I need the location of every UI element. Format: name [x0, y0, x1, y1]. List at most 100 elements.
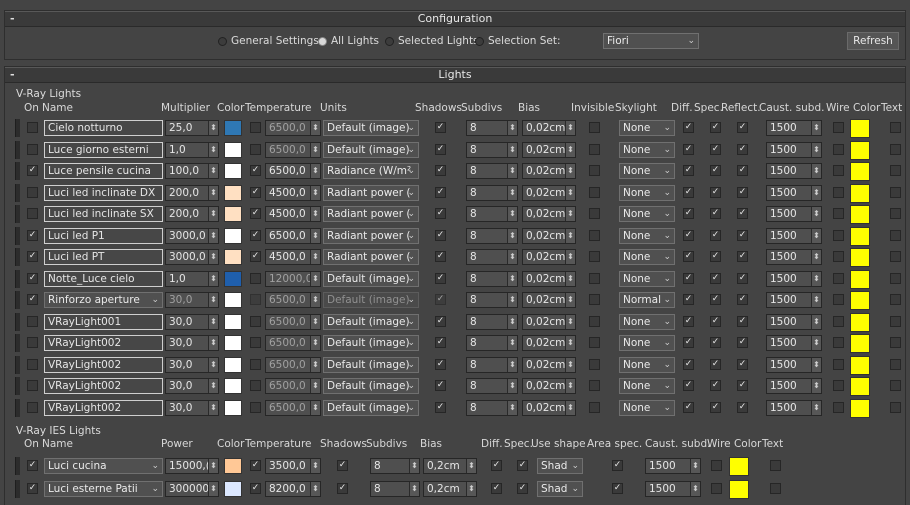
- multiplier-spinner[interactable]: 30,0 ⬍: [165, 378, 219, 394]
- light-name-field[interactable]: VRayLight002: [44, 400, 163, 416]
- spinner-arrows-icon[interactable]: ⬍: [208, 121, 218, 135]
- shadows-checkbox[interactable]: ✓: [435, 402, 446, 413]
- specular-checkbox[interactable]: ✓: [710, 230, 721, 241]
- on-checkbox[interactable]: ✓: [27, 273, 38, 284]
- on-checkbox[interactable]: [27, 122, 38, 133]
- row-drag-handle[interactable]: [15, 184, 20, 202]
- spinner-arrows-icon[interactable]: ⬍: [310, 186, 320, 200]
- wire-checkbox[interactable]: [833, 380, 844, 391]
- specular-checkbox[interactable]: ✓: [710, 122, 721, 133]
- specular-checkbox[interactable]: ✓: [710, 380, 721, 391]
- wire-color-swatch[interactable]: [850, 270, 870, 289]
- skylight-dropdown[interactable]: None ⌄: [619, 120, 675, 136]
- skylight-dropdown[interactable]: None ⌄: [619, 142, 675, 158]
- spinner-arrows-icon[interactable]: ⬍: [310, 164, 320, 178]
- configuration-header[interactable]: - Configuration: [5, 11, 905, 27]
- color-swatch[interactable]: [224, 249, 242, 265]
- invisible-checkbox[interactable]: [589, 294, 600, 305]
- units-dropdown[interactable]: Default (image) ⌄: [323, 400, 419, 416]
- use-shape-dropdown[interactable]: Shad ⌄: [537, 458, 583, 474]
- row-drag-handle[interactable]: [15, 162, 20, 180]
- multiplier-spinner[interactable]: 30,0 ⬍: [165, 357, 219, 373]
- on-checkbox[interactable]: [27, 187, 38, 198]
- skylight-dropdown[interactable]: None ⌄: [619, 378, 675, 394]
- text-checkbox[interactable]: [890, 294, 901, 305]
- units-dropdown[interactable]: Default (image) ⌄: [323, 357, 419, 373]
- units-dropdown[interactable]: Radiant power (⌄: [323, 206, 419, 222]
- color-swatch[interactable]: [224, 206, 242, 222]
- caustic-subdivs-spinner[interactable]: 1500 ⬍: [766, 271, 822, 287]
- on-checkbox[interactable]: [27, 208, 38, 219]
- diffuse-checkbox[interactable]: ✓: [683, 230, 694, 241]
- color-swatch[interactable]: [224, 271, 242, 287]
- selection-set-dropdown[interactable]: Fiori ⌄: [603, 33, 699, 49]
- temperature-checkbox[interactable]: ✓: [250, 460, 261, 471]
- color-swatch[interactable]: [224, 185, 242, 201]
- collapse-icon[interactable]: -: [10, 12, 15, 26]
- spinner-arrows-icon[interactable]: ⬍: [208, 272, 218, 286]
- shadows-checkbox[interactable]: ✓: [435, 359, 446, 370]
- text-checkbox[interactable]: [890, 144, 901, 155]
- temperature-spinner[interactable]: 12000,0 ⬍: [265, 271, 321, 287]
- subdivs-spinner[interactable]: 8 ⬍: [466, 292, 518, 308]
- color-swatch[interactable]: [224, 163, 242, 179]
- reflect-checkbox[interactable]: ✓: [737, 165, 748, 176]
- light-name-field[interactable]: VRayLight002: [44, 378, 163, 394]
- radio-selected-lights[interactable]: [385, 37, 394, 46]
- bias-spinner[interactable]: 0,2cm ⬍: [423, 458, 477, 474]
- spinner-arrows-icon[interactable]: ⬍: [565, 186, 575, 200]
- temperature-checkbox[interactable]: [250, 122, 261, 133]
- multiplier-spinner[interactable]: 1,0 ⬍: [165, 142, 219, 158]
- shadows-checkbox[interactable]: ✓: [435, 230, 446, 241]
- spinner-arrows-icon[interactable]: ⬍: [507, 143, 517, 157]
- text-checkbox[interactable]: [890, 402, 901, 413]
- specular-checkbox[interactable]: ✓: [710, 165, 721, 176]
- units-dropdown[interactable]: Default (image) ⌄: [323, 120, 419, 136]
- color-swatch[interactable]: [224, 314, 242, 330]
- spinner-arrows-icon[interactable]: ⬍: [507, 229, 517, 243]
- spinner-arrows-icon[interactable]: ⬍: [811, 143, 821, 157]
- spinner-arrows-icon[interactable]: ⬍: [811, 250, 821, 264]
- spinner-arrows-icon[interactable]: ⬍: [208, 186, 218, 200]
- multiplier-spinner[interactable]: 25,0 ⬍: [165, 120, 219, 136]
- spinner-arrows-icon[interactable]: ⬍: [409, 482, 419, 496]
- temperature-spinner[interactable]: 6500,0 ⬍: [265, 314, 321, 330]
- spinner-arrows-icon[interactable]: ⬍: [811, 121, 821, 135]
- radio-all-lights[interactable]: [318, 37, 327, 46]
- subdivs-spinner[interactable]: 8 ⬍: [466, 206, 518, 222]
- color-swatch[interactable]: [224, 335, 242, 351]
- spinner-arrows-icon[interactable]: ⬍: [811, 336, 821, 350]
- spinner-arrows-icon[interactable]: ⬍: [811, 207, 821, 221]
- color-swatch[interactable]: [224, 378, 242, 394]
- text-checkbox[interactable]: [770, 460, 781, 471]
- units-dropdown[interactable]: Radiance (W/m² ⌄: [323, 163, 419, 179]
- specular-checkbox[interactable]: ✓: [710, 208, 721, 219]
- temperature-checkbox[interactable]: [250, 294, 261, 305]
- text-checkbox[interactable]: [890, 208, 901, 219]
- invisible-checkbox[interactable]: [589, 144, 600, 155]
- color-swatch[interactable]: [224, 228, 242, 244]
- invisible-checkbox[interactable]: [589, 402, 600, 413]
- diffuse-checkbox[interactable]: ✓: [683, 294, 694, 305]
- units-dropdown[interactable]: Radiant power (⌄: [323, 228, 419, 244]
- bias-spinner[interactable]: 0,02cm ⬍: [522, 206, 576, 222]
- temperature-checkbox[interactable]: [250, 273, 261, 284]
- reflect-checkbox[interactable]: ✓: [737, 230, 748, 241]
- spinner-arrows-icon[interactable]: ⬍: [310, 229, 320, 243]
- wire-color-swatch[interactable]: [850, 119, 870, 138]
- spinner-arrows-icon[interactable]: ⬍: [565, 379, 575, 393]
- text-checkbox[interactable]: [890, 337, 901, 348]
- invisible-checkbox[interactable]: [589, 122, 600, 133]
- spinner-arrows-icon[interactable]: ⬍: [565, 358, 575, 372]
- wire-checkbox[interactable]: [833, 208, 844, 219]
- multiplier-spinner[interactable]: 30,0 ⬍: [165, 400, 219, 416]
- skylight-dropdown[interactable]: None ⌄: [619, 335, 675, 351]
- wire-checkbox[interactable]: [833, 337, 844, 348]
- temperature-spinner[interactable]: 6500,0 ⬍: [265, 228, 321, 244]
- light-name-field[interactable]: Notte_Luce cielo: [44, 271, 163, 287]
- text-checkbox[interactable]: [890, 122, 901, 133]
- subdivs-spinner[interactable]: 8 ⬍: [370, 481, 420, 497]
- skylight-dropdown[interactable]: Normal ⌄: [619, 292, 675, 308]
- temperature-spinner[interactable]: 6500,0 ⬍: [265, 400, 321, 416]
- skylight-dropdown[interactable]: None ⌄: [619, 400, 675, 416]
